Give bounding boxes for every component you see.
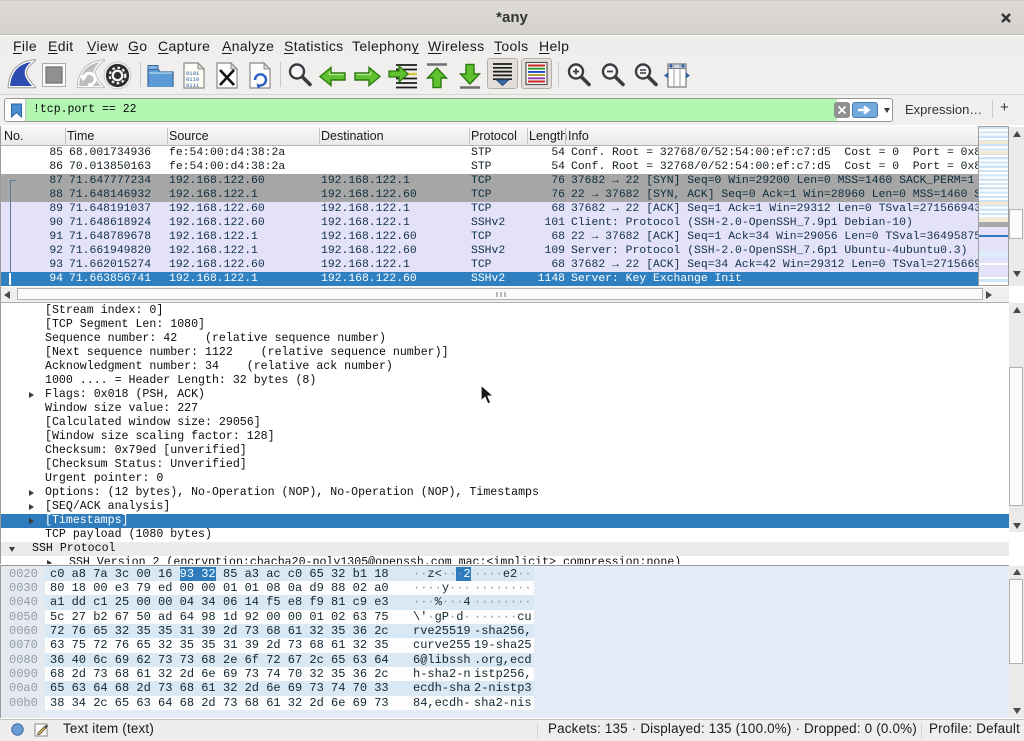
svg-text:0111: 0111 [186,82,200,89]
